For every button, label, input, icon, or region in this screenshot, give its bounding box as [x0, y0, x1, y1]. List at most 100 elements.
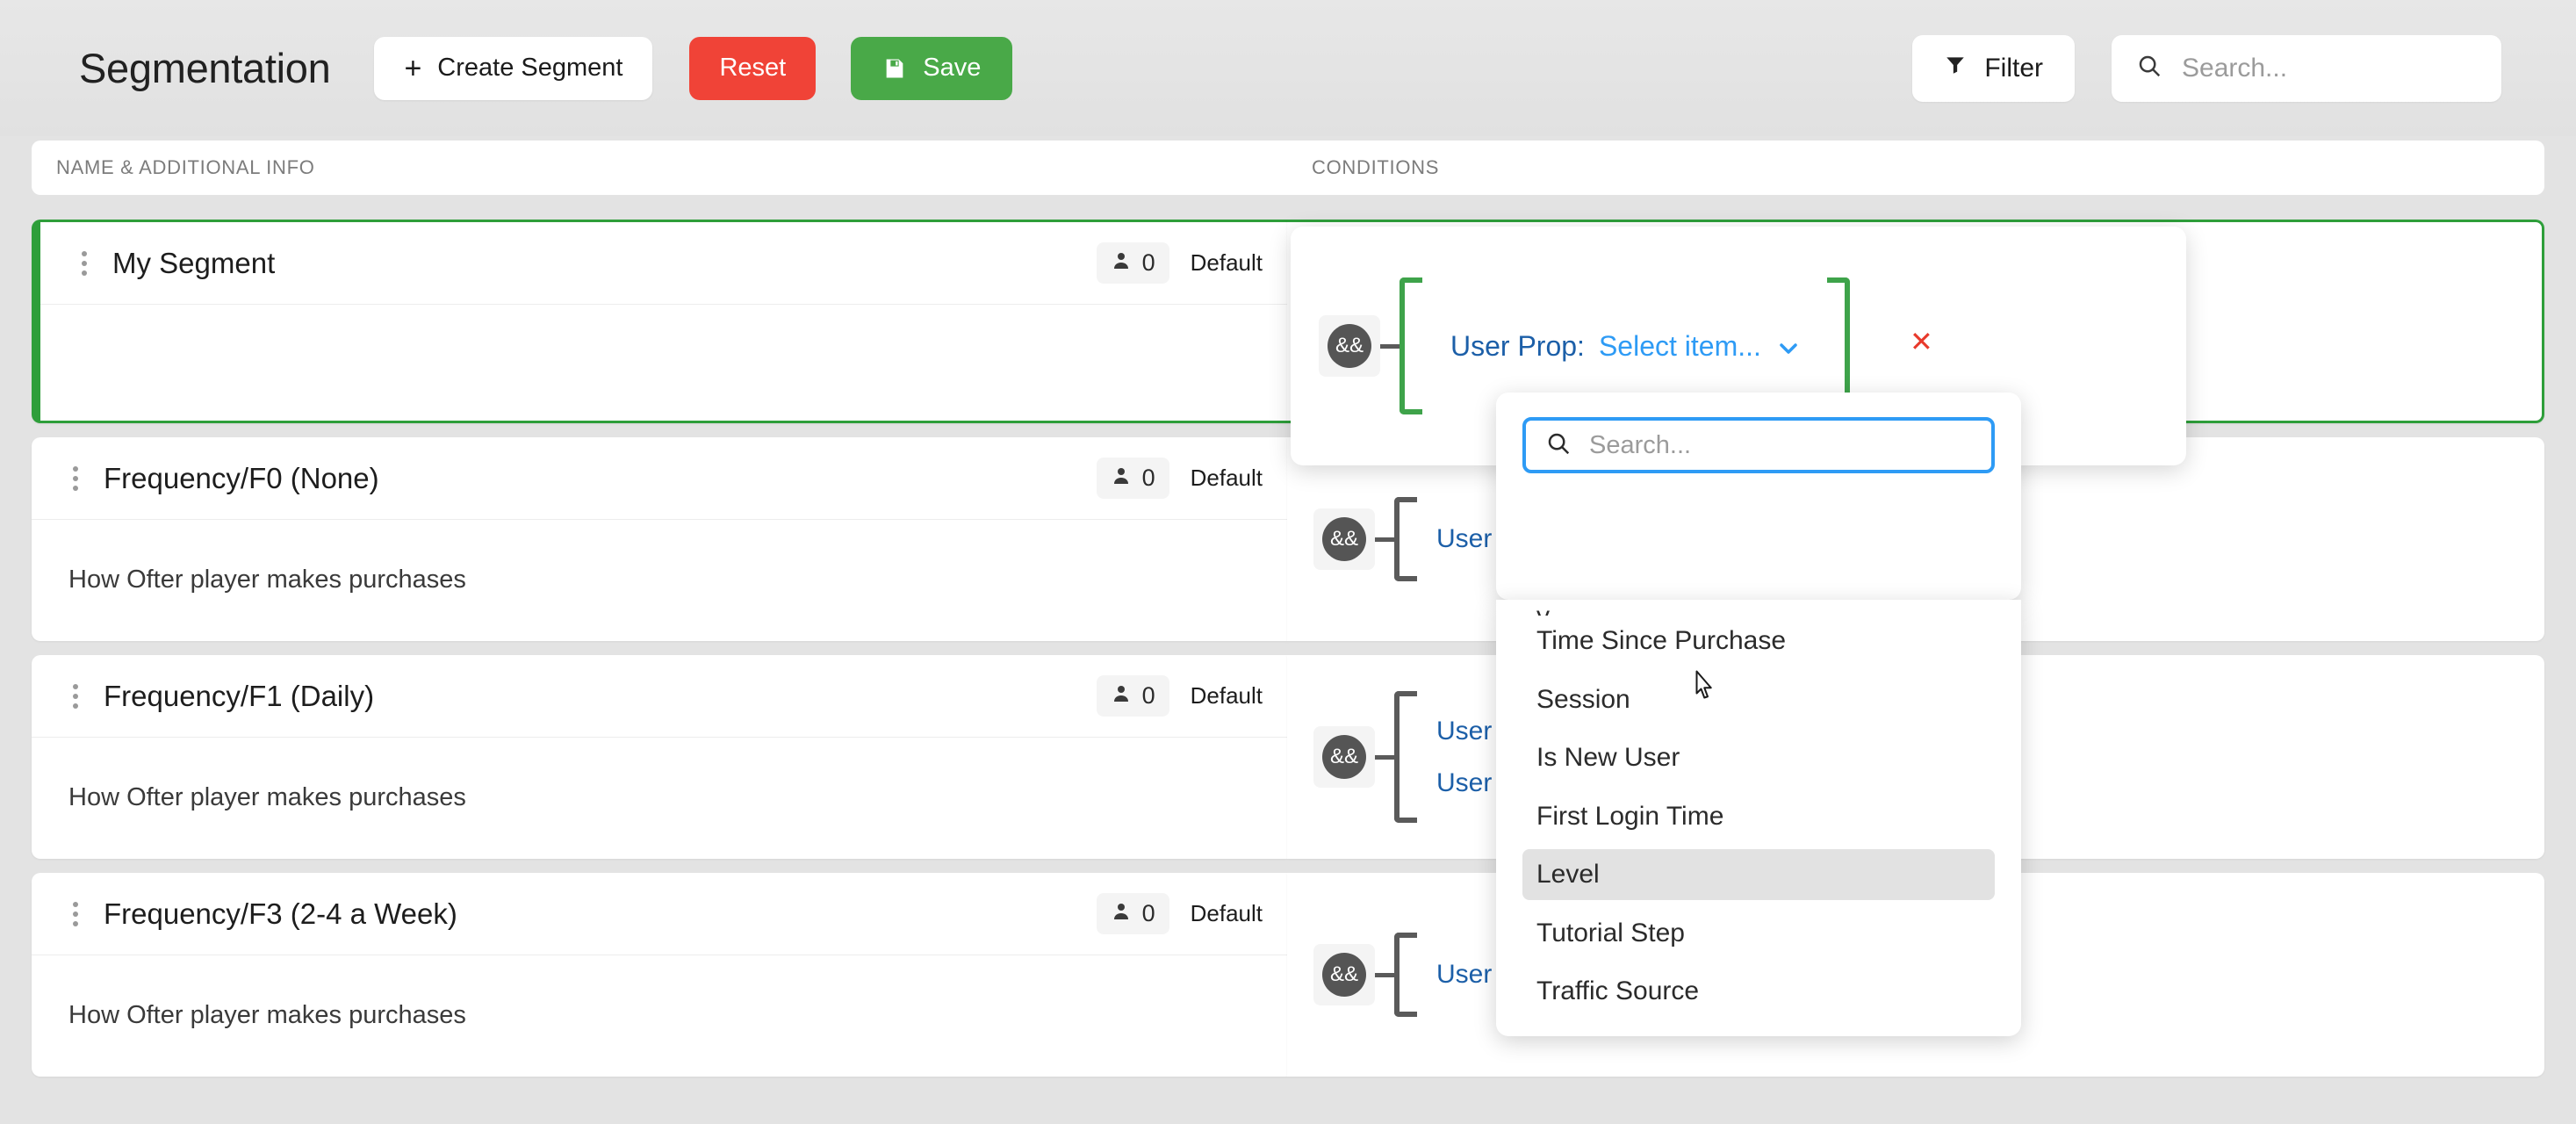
reset-button[interactable]: Reset [689, 36, 817, 100]
remove-condition-button[interactable]: ✕ [1910, 325, 1933, 358]
user-count-badge: 0 [1096, 675, 1169, 717]
row-header: Frequency/F0 (None) 0 Default [32, 437, 1287, 520]
select-item-value: Select item... [1598, 329, 1761, 362]
reset-label: Reset [719, 54, 787, 82]
row-meta: 0 Default [1096, 458, 1263, 499]
segment-name: Frequency/F1 (Daily) [104, 679, 375, 712]
user-count-badge: 0 [1096, 242, 1169, 284]
row-menu-icon[interactable] [51, 901, 100, 926]
status-badge: Default [1190, 900, 1263, 926]
row-description-area [40, 305, 1287, 421]
dropdown-item-is-new-user[interactable]: Is New User [1522, 732, 1995, 783]
funnel-icon [1944, 54, 1967, 83]
table-row[interactable]: Frequency/F0 (None) 0 Default How Ofter … [32, 437, 2544, 641]
condition-prefix: User [1436, 524, 1493, 553]
row-header: My Segment 0 Default [40, 222, 1287, 305]
user-count: 0 [1141, 465, 1155, 491]
user-count: 0 [1141, 900, 1155, 926]
user-count: 0 [1141, 249, 1155, 276]
and-operator: && [1322, 953, 1366, 997]
segment-name: Frequency/F3 (2-4 a Week) [104, 897, 457, 930]
bracket-left [1394, 933, 1417, 1017]
status-badge: Default [1190, 465, 1263, 491]
row-menu-icon[interactable] [51, 683, 100, 709]
row-description-area: How Ofter player makes purchases [32, 955, 1287, 1075]
condition-prefix: User [1436, 767, 1493, 797]
and-operator: && [1328, 324, 1371, 368]
condition-prefix: User [1436, 960, 1493, 989]
logic-operator-chip[interactable]: && [1319, 315, 1380, 377]
dropdown-search[interactable] [1522, 417, 1995, 473]
row-meta: 0 Default [1096, 893, 1263, 934]
bracket-left [1400, 277, 1422, 414]
filter-button[interactable]: Filter [1912, 34, 2075, 102]
bracket-left [1394, 497, 1417, 581]
search-input[interactable] [2182, 53, 2477, 83]
user-count: 0 [1141, 682, 1155, 709]
connector-line [1375, 754, 1394, 760]
app-header: Segmentation + Create Segment Reset Save [0, 0, 2576, 136]
row-meta: 0 Default [1096, 242, 1263, 284]
user-icon [1111, 465, 1132, 491]
dropdown-item-traffic-source[interactable]: Traffic Source [1522, 966, 1995, 1017]
save-button[interactable]: Save [851, 36, 1013, 100]
status-badge: Default [1190, 682, 1263, 709]
dropdown-item-first-login-time[interactable]: First Login Time [1522, 791, 1995, 842]
dropdown-item-time-since-purchase[interactable]: Time Since Purchase [1522, 616, 1995, 666]
row-name-cell: Frequency/F1 (Daily) 0 Default How Ofter… [32, 655, 1287, 859]
segment-name: My Segment [112, 246, 276, 279]
row-name-cell: Frequency/F3 (2-4 a Week) 0 Default How … [32, 873, 1287, 1077]
dropdown-item-current-day[interactable]: Current Day [1522, 1025, 1995, 1037]
condition-lines: User Prop: Select item... [1422, 318, 1827, 375]
user-icon [1111, 683, 1132, 709]
table-row[interactable]: Frequency/F1 (Daily) 0 Default How Ofter… [32, 655, 2544, 859]
dropdown-item-level[interactable]: Level [1522, 849, 1995, 900]
and-operator: && [1322, 735, 1366, 779]
chevron-down-icon [1778, 330, 1799, 363]
condition-item[interactable]: User Prop: Select item... [1435, 318, 1815, 375]
table-header: NAME & ADDITIONAL INFO CONDITIONS [32, 140, 2544, 195]
and-operator: && [1322, 517, 1366, 561]
save-label: Save [923, 54, 982, 82]
segment-description: How Ofter player makes purchases [68, 1000, 466, 1029]
row-menu-icon[interactable] [51, 465, 100, 491]
search-icon [2136, 53, 2162, 83]
bracket-left [1394, 691, 1417, 823]
plus-icon: + [404, 51, 422, 85]
property-dropdown [1496, 393, 2021, 600]
property-dropdown-list[interactable]: y Time Since Purchase Session Is New Use… [1496, 600, 2021, 1036]
dropdown-item-clipped: y [1522, 600, 1995, 616]
segmentation-page: Segmentation + Create Segment Reset Save [0, 0, 2576, 1124]
status-badge: Default [1190, 249, 1263, 276]
segment-description: How Ofter player makes purchases [68, 782, 466, 811]
segment-description: How Ofter player makes purchases [68, 565, 466, 594]
logic-operator-chip[interactable]: && [1313, 508, 1375, 570]
dropdown-search-input[interactable] [1589, 430, 1972, 460]
segment-list: My Segment 0 Default Frequency/F0 (None)… [0, 220, 2576, 1091]
create-segment-label: Create Segment [437, 54, 623, 82]
global-search[interactable] [2112, 34, 2501, 102]
column-header-name: NAME & ADDITIONAL INFO [56, 156, 315, 178]
header-right-group: Filter [1912, 34, 2501, 102]
user-count-badge: 0 [1096, 893, 1169, 934]
row-name-cell: Frequency/F0 (None) 0 Default How Ofter … [32, 437, 1287, 641]
dropdown-item-tutorial-step[interactable]: Tutorial Step [1522, 908, 1995, 959]
dropdown-item-session[interactable]: Session [1522, 674, 1995, 725]
logic-operator-chip[interactable]: && [1313, 944, 1375, 1005]
table-row[interactable]: Frequency/F3 (2-4 a Week) 0 Default How … [32, 873, 2544, 1077]
row-header: Frequency/F1 (Daily) 0 Default [32, 655, 1287, 738]
logic-operator-chip[interactable]: && [1313, 726, 1375, 788]
create-segment-button[interactable]: + Create Segment [374, 36, 653, 100]
column-header-conditions: CONDITIONS [1312, 156, 1440, 178]
user-icon [1111, 250, 1132, 276]
filter-label: Filter [1984, 53, 2043, 83]
segment-name: Frequency/F0 (None) [104, 461, 379, 494]
connector-line [1380, 343, 1400, 349]
connector-line [1375, 537, 1394, 542]
select-item-dropdown[interactable]: Select item... [1599, 330, 1799, 363]
condition-prefix: User [1436, 717, 1493, 746]
user-prop-label: User Prop: [1450, 329, 1585, 362]
user-count-badge: 0 [1096, 458, 1169, 499]
row-menu-icon[interactable] [60, 250, 109, 276]
row-description-area: How Ofter player makes purchases [32, 520, 1287, 639]
